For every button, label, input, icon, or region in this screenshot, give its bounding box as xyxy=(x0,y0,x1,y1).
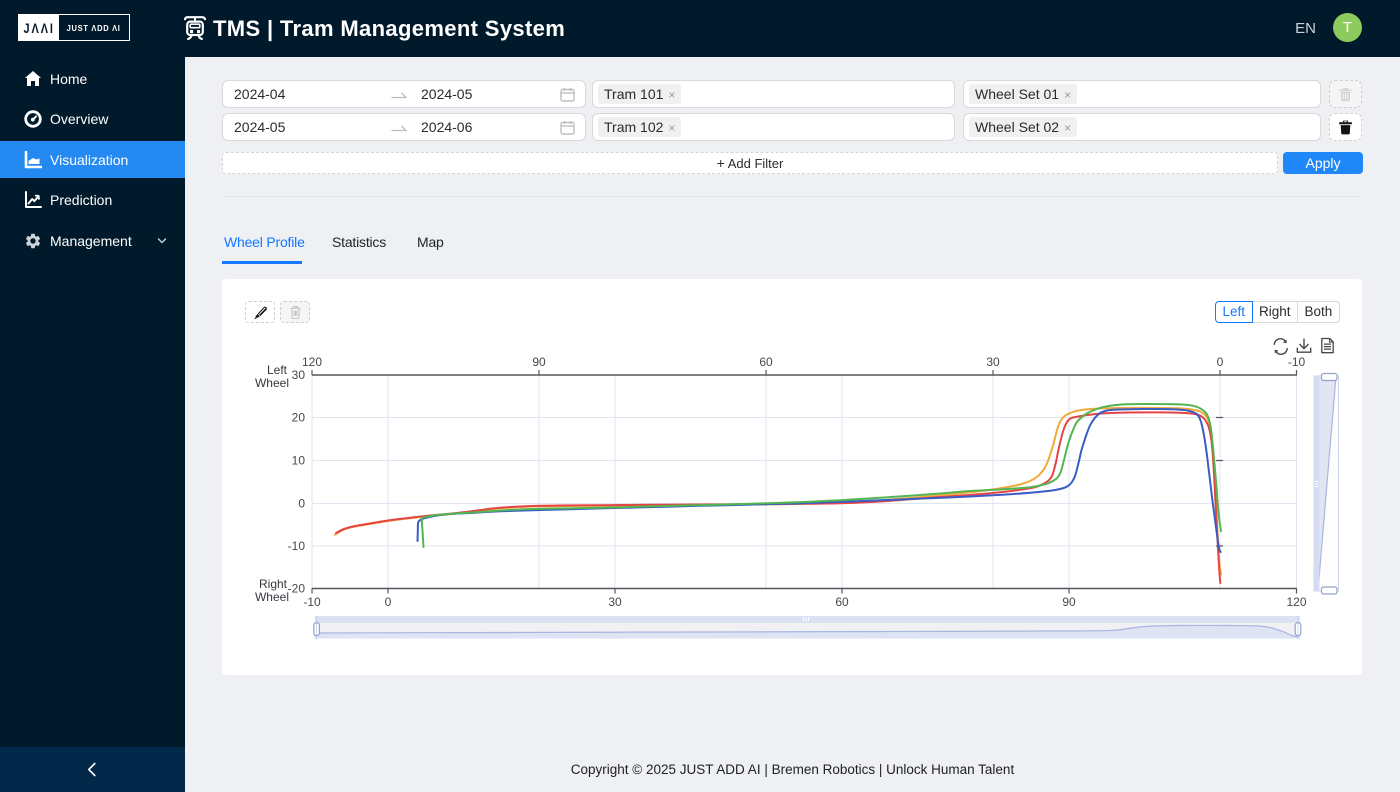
svg-text:0: 0 xyxy=(1217,355,1224,369)
svg-text:60: 60 xyxy=(759,355,773,369)
svg-text:Left: Left xyxy=(267,363,288,377)
svg-text:0: 0 xyxy=(298,497,305,511)
svg-text:10: 10 xyxy=(292,454,306,468)
svg-text:60: 60 xyxy=(835,595,849,609)
svg-text:Right: Right xyxy=(259,577,288,591)
svg-text:Wheel: Wheel xyxy=(255,590,289,604)
svg-text:20: 20 xyxy=(292,411,306,425)
svg-text:-10: -10 xyxy=(303,595,321,609)
svg-text:0: 0 xyxy=(385,595,392,609)
svg-text:120: 120 xyxy=(302,355,322,369)
svg-text:-20: -20 xyxy=(288,582,306,596)
svg-text:-10: -10 xyxy=(1288,355,1306,369)
svg-text:30: 30 xyxy=(608,595,622,609)
svg-text:30: 30 xyxy=(292,368,306,382)
svg-text:90: 90 xyxy=(532,355,546,369)
svg-text:120: 120 xyxy=(1286,595,1306,609)
svg-text:Wheel: Wheel xyxy=(255,376,289,390)
svg-text:30: 30 xyxy=(986,355,1000,369)
svg-text:-10: -10 xyxy=(288,539,306,553)
svg-text:90: 90 xyxy=(1062,595,1076,609)
